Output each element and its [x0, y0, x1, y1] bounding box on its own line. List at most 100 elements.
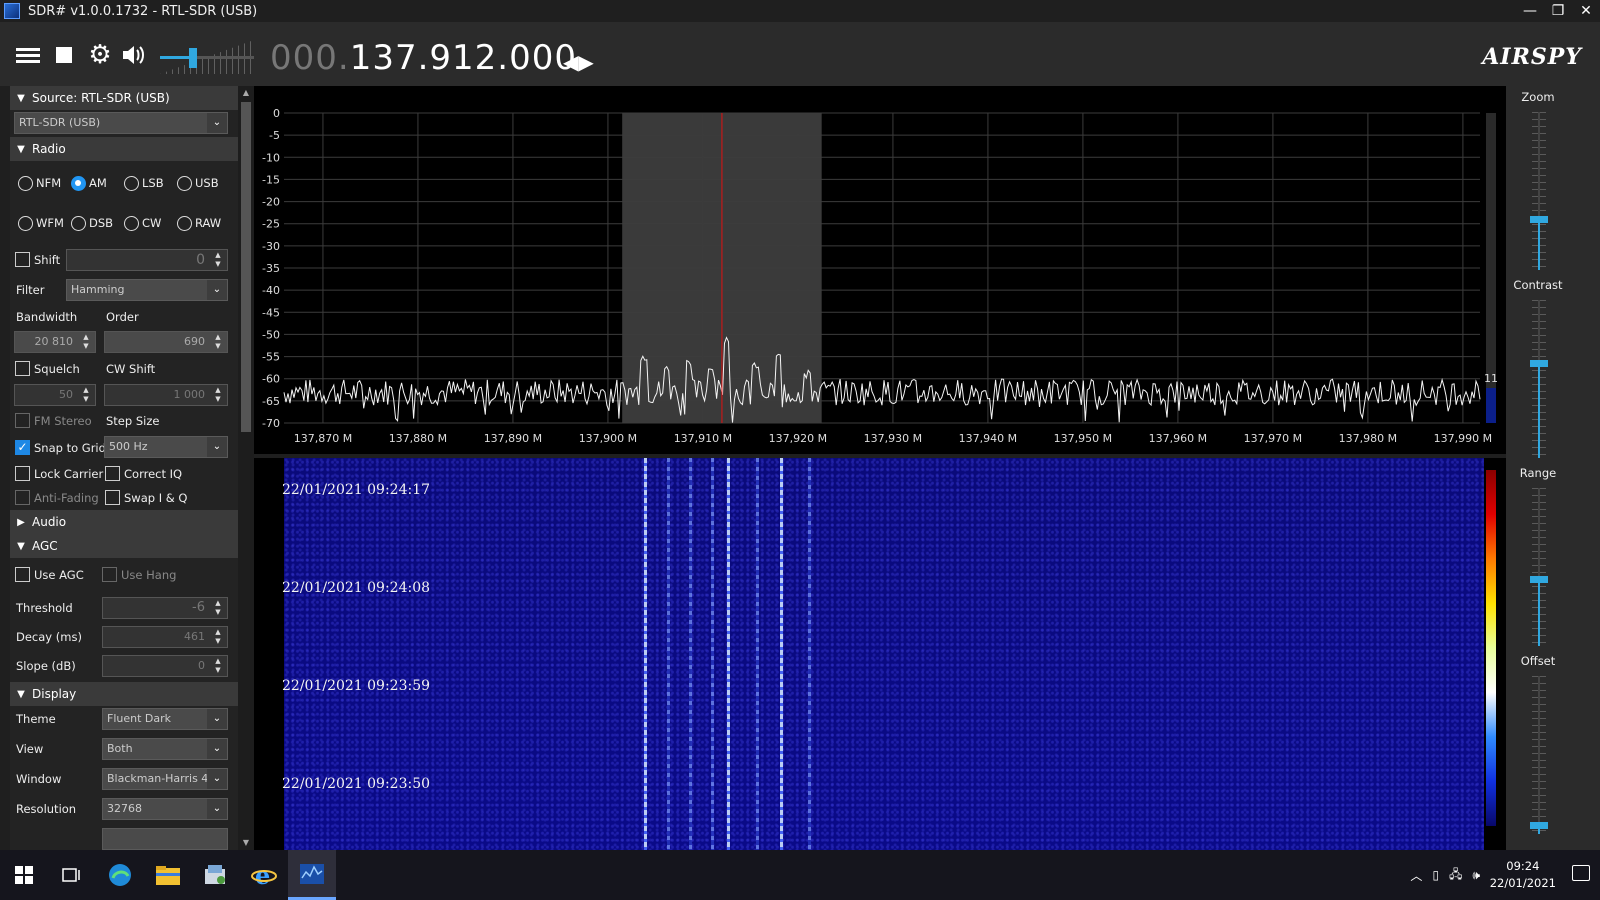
close-button[interactable]: ✕	[1572, 0, 1600, 22]
section-agc[interactable]: ▼ AGC	[10, 534, 238, 558]
spin-arrows-icon[interactable]: ▲ ▼	[211, 333, 225, 351]
edge-browser-icon[interactable]	[96, 850, 144, 900]
control-panel-icon[interactable]	[192, 850, 240, 900]
radio-cw[interactable]	[124, 216, 139, 231]
radio-usb[interactable]	[177, 176, 192, 191]
sdrsharp-taskbar-icon[interactable]	[288, 850, 336, 900]
windows-start-icon[interactable]	[0, 850, 48, 900]
radio-wfm[interactable]	[18, 216, 33, 231]
scroll-down-icon[interactable]: ▼	[238, 836, 254, 850]
network-icon[interactable]: 🖧	[1449, 865, 1462, 886]
radio-nfm[interactable]	[18, 176, 33, 191]
shift-checkbox[interactable]	[15, 252, 30, 267]
shift-input[interactable]: 0 ▲ ▼	[66, 249, 228, 271]
radio-raw[interactable]	[177, 216, 192, 231]
spin-arrows-icon[interactable]: ▲ ▼	[211, 599, 225, 617]
spectrum-plot[interactable]: 0 -5 -10 -15 -20 -25 -30 -35 -40 -45 -50 -55 -60 -65 -…	[254, 86, 1506, 454]
spin-arrows-icon[interactable]: ▲ ▼	[211, 657, 225, 675]
view-select[interactable]: Both ⌄	[102, 738, 228, 760]
spin-arrows-icon[interactable]: ▲ ▼	[211, 251, 225, 269]
app-icon	[4, 3, 20, 19]
speaker-icon[interactable]	[120, 42, 148, 68]
snap-to-grid-checkbox[interactable]: ✓	[15, 440, 30, 455]
fm-stereo-checkbox[interactable]	[15, 413, 30, 428]
section-display[interactable]: ▼ Display	[10, 682, 238, 706]
radio-cw-label: CW	[142, 216, 162, 230]
spin-arrows-icon[interactable]: ▲ ▼	[211, 386, 225, 404]
frequency-display[interactable]: 000.137.912.000	[270, 38, 577, 78]
bandwidth-input[interactable]: 20 810 ▲ ▼	[14, 331, 96, 353]
task-view-icon[interactable]	[48, 850, 96, 900]
waterfall-timestamp: 22/01/2021 09:24:17	[282, 482, 431, 498]
scroll-up-icon[interactable]: ▲	[238, 86, 254, 100]
notification-icon[interactable]	[1572, 865, 1590, 881]
taskbar-clock[interactable]: 09:24 22/01/2021	[1490, 858, 1556, 892]
correct-iq-checkbox[interactable]	[105, 466, 120, 481]
source-device-select[interactable]: RTL-SDR (USB) ⌄	[14, 112, 228, 134]
section-radio[interactable]: ▼ Radio	[10, 137, 238, 161]
order-input[interactable]: 690 ▲ ▼	[104, 331, 228, 353]
step-size-select[interactable]: 500 Hz ⌄	[104, 436, 228, 458]
right-panel: Zoom Contrast Range Offset	[1506, 86, 1600, 850]
decay-input[interactable]: 461 ▲ ▼	[102, 626, 228, 648]
stop-icon[interactable]	[50, 42, 78, 68]
frequency-value: 137.912.000	[349, 38, 578, 78]
spin-arrows-icon[interactable]: ▲ ▼	[79, 386, 93, 404]
slope-input[interactable]: 0 ▲ ▼	[102, 655, 228, 677]
menu-icon[interactable]	[14, 42, 42, 68]
zoom-label: Zoom	[1521, 90, 1555, 104]
range-slider[interactable]	[1530, 488, 1548, 646]
window-select[interactable]: Blackman-Harris 4 ⌄	[102, 768, 228, 790]
radio-am[interactable]	[71, 176, 86, 191]
use-hang-checkbox[interactable]	[102, 567, 117, 582]
volume-thumb[interactable]	[189, 48, 197, 68]
theme-select[interactable]: Fluent Dark ⌄	[102, 708, 228, 730]
threshold-input[interactable]: -6 ▲ ▼	[102, 597, 228, 619]
restore-button[interactable]: ❐	[1544, 0, 1572, 22]
squelch-input[interactable]: 50 ▲ ▼	[14, 384, 96, 406]
spin-arrows-icon[interactable]: ▲ ▼	[211, 628, 225, 646]
zoom-slider[interactable]	[1530, 112, 1548, 270]
contrast-thumb[interactable]	[1530, 360, 1548, 367]
waterfall-display[interactable]: 22/01/2021 09:24:17 22/01/2021 09:24:08 …	[254, 458, 1506, 850]
zoom-thumb[interactable]	[1530, 216, 1548, 223]
section-audio[interactable]: ▶ Audio	[10, 510, 238, 534]
spin-arrows-icon[interactable]: ▲ ▼	[79, 333, 93, 351]
volume-slider[interactable]	[160, 38, 254, 76]
next-select[interactable]	[102, 828, 228, 850]
offset-slider[interactable]	[1530, 676, 1548, 834]
swap-iq-checkbox[interactable]	[105, 490, 120, 505]
left-panel-scrollbar[interactable]: ▲ ▼	[238, 86, 254, 850]
expand-triangle-icon: ▶	[17, 516, 25, 528]
section-source[interactable]: ▼ Source: RTL-SDR (USB)	[10, 86, 238, 110]
file-explorer-icon[interactable]	[144, 850, 192, 900]
frequency-step-arrows-icon[interactable]: ◀▶	[563, 50, 594, 74]
resolution-select[interactable]: 32768 ⌄	[102, 798, 228, 820]
waterfall-field[interactable]	[284, 458, 1484, 850]
usb-drive-icon[interactable]: ▯	[1432, 868, 1439, 882]
range-thumb[interactable]	[1530, 576, 1548, 583]
correct-iq-label: Correct IQ	[124, 467, 183, 481]
minimize-button[interactable]: —	[1516, 0, 1544, 22]
squelch-checkbox[interactable]	[15, 361, 30, 376]
internet-explorer-icon[interactable]: e	[240, 850, 288, 900]
volume-icon[interactable]: 🕪	[1472, 868, 1480, 883]
scrollbar-thumb[interactable]	[241, 102, 251, 432]
snap-to-grid-label: Snap to Grid	[34, 441, 106, 455]
squelch-label: Squelch	[34, 362, 80, 376]
svg-text:e: e	[255, 862, 270, 888]
use-agc-checkbox[interactable]	[15, 567, 30, 582]
radio-dsb[interactable]	[71, 216, 86, 231]
x-tick-label: 137,980 M	[1339, 432, 1397, 445]
radio-lsb[interactable]	[124, 176, 139, 191]
gear-icon[interactable]: ⚙	[86, 42, 114, 68]
chevron-up-icon[interactable]: ︿	[1410, 867, 1422, 884]
contrast-slider[interactable]	[1530, 300, 1548, 458]
offset-thumb[interactable]	[1530, 822, 1548, 829]
cw-shift-input[interactable]: 1 000 ▲ ▼	[104, 384, 228, 406]
spectrum-analyzer[interactable]: 0 -5 -10 -15 -20 -25 -30 -35 -40 -45 -50 -55 -60 -65 -…	[254, 86, 1506, 454]
filter-select[interactable]: Hamming ⌄	[66, 279, 228, 301]
anti-fading-checkbox[interactable]	[15, 490, 30, 505]
lock-carrier-checkbox[interactable]	[15, 466, 30, 481]
y-tick-label: -45	[262, 306, 280, 319]
